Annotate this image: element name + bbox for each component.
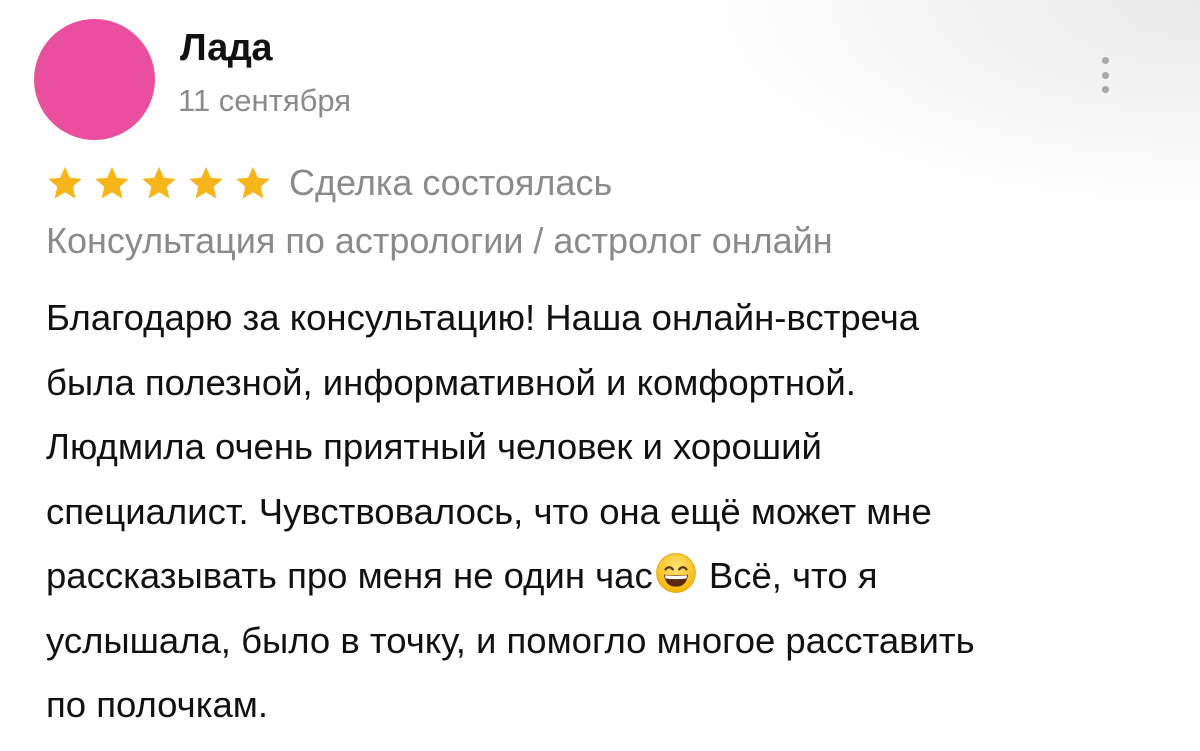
- rating-row: Сделка состоялась: [46, 158, 612, 208]
- review-text-line: услышала, было в точку, и помогло многое…: [46, 619, 975, 661]
- avatar[interactable]: [34, 19, 155, 140]
- review-text: Благодарю за консультацию! Наша онлайн-в…: [46, 286, 1156, 738]
- review-text-line-with-emoji: рассказывать про меня не один час Всё, ч…: [46, 544, 1156, 609]
- star-icon: [48, 166, 82, 199]
- more-vertical-icon-dot: [1101, 71, 1109, 79]
- review-text-line: Благодарю за консультацию! Наша онлайн-в…: [46, 297, 920, 338]
- more-vertical-icon: [1101, 57, 1109, 64]
- deal-status: Сделка состоялась: [289, 162, 613, 203]
- star-icon: [236, 166, 270, 199]
- review-text-line: была полезной, информативной и комфортно…: [46, 361, 856, 403]
- review-card: Лада 11 сентября Сделка состоялась Консу…: [0, 0, 1200, 751]
- review-text-segment: рассказывать про меня не один час: [46, 555, 653, 596]
- author-name[interactable]: Лада: [180, 27, 273, 70]
- review-text-line: специалист. Чувствовалось, что она ещё м…: [46, 490, 932, 532]
- more-vertical-icon-dot: [1101, 86, 1109, 93]
- review-text-segment: Всё, что я: [708, 555, 878, 596]
- star-icon: [95, 166, 129, 199]
- star-icon: [189, 166, 223, 199]
- review-text-line: по полочкам.: [46, 684, 268, 725]
- more-options-button[interactable]: [1090, 53, 1120, 97]
- review-text-line: Людмила очень приятный человек и хороший: [46, 426, 822, 467]
- star-icon: [142, 166, 176, 199]
- grinning-face-with-smiling-eyes-icon: [655, 553, 696, 593]
- service-title[interactable]: Консультация по астрологии / астролог он…: [46, 220, 833, 262]
- star-rating: [46, 164, 281, 202]
- review-date: 11 сентября: [178, 83, 352, 118]
